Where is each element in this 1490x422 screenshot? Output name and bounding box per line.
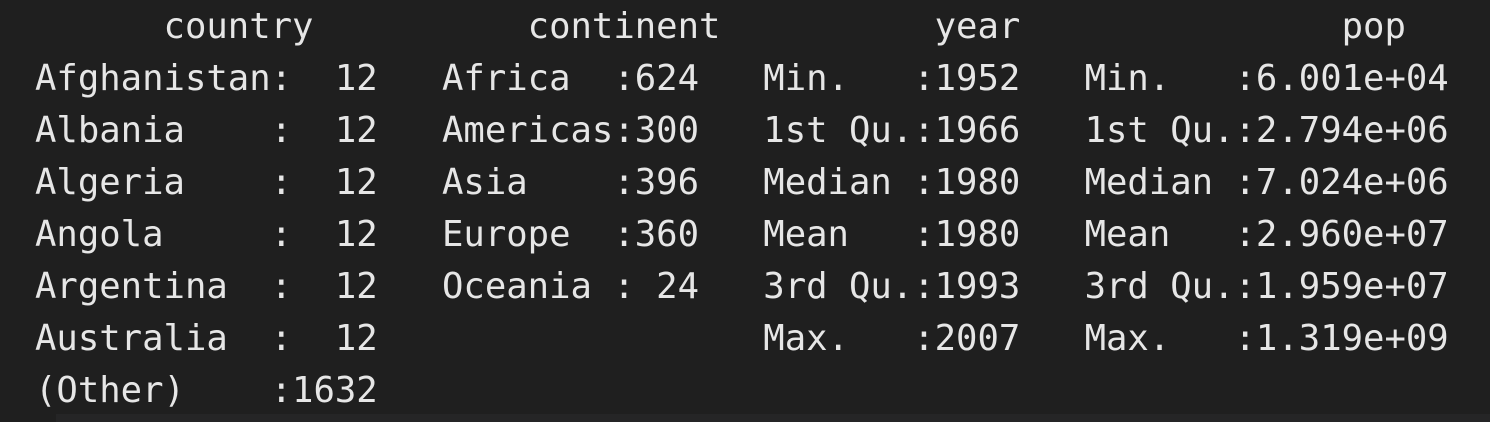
summary-row: Afghanistan: 12 Africa :624 Min. :1952 M… [35,58,1490,99]
column-header-row: country continent year pop [35,6,1490,47]
summary-output: country continent year pop Afghanistan: … [35,1,1490,417]
summary-row: Algeria : 12 Asia :396 Median :1980 Medi… [35,162,1490,203]
summary-row: Albania : 12 Americas:300 1st Qu.:1966 1… [35,110,1490,151]
summary-row: (Other) :1632 [35,370,1490,411]
summary-row: Argentina : 12 Oceania : 24 3rd Qu.:1993… [35,266,1490,307]
horizontal-scrollbar-track[interactable] [56,414,1490,422]
summary-row: Australia : 12 Max. :2007 Max. :1.319e+0… [35,318,1490,359]
summary-row: Angola : 12 Europe :360 Mean :1980 Mean … [35,214,1490,255]
console-pane: country continent year pop Afghanistan: … [0,0,1490,422]
